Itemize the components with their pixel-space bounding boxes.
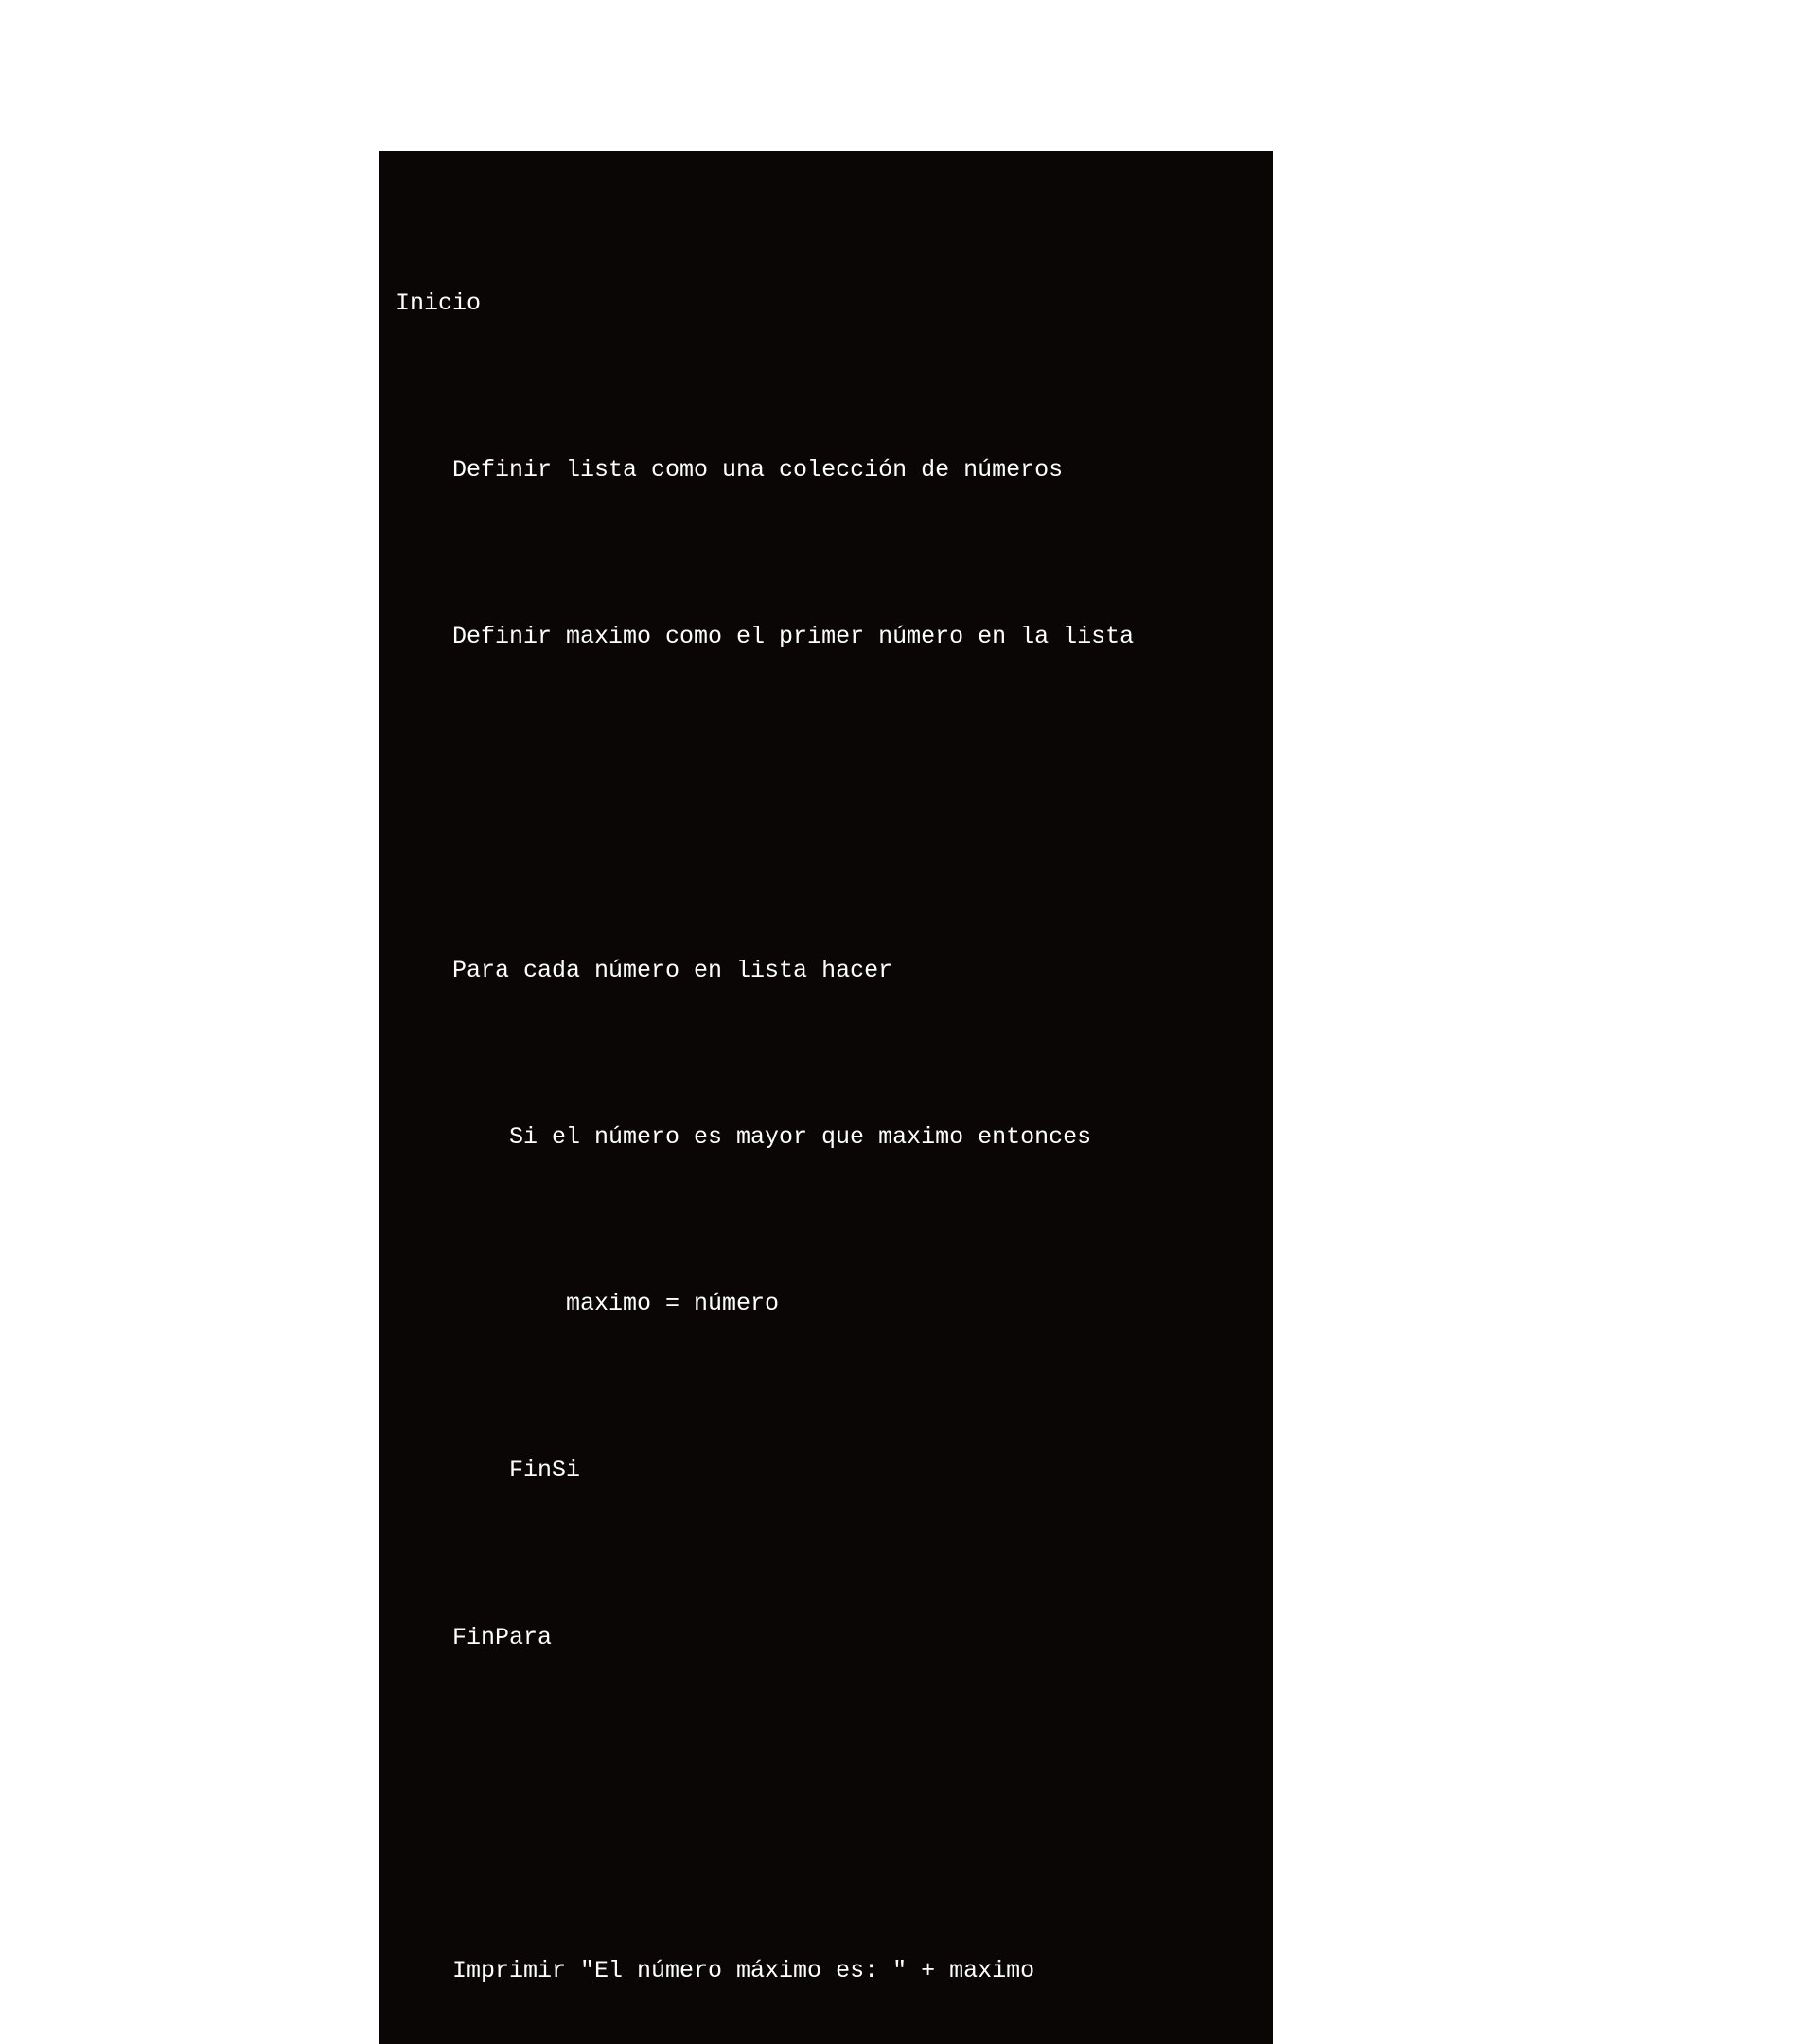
blank-line: [396, 776, 1256, 832]
code-line: Inicio: [396, 276, 1256, 332]
code-line: Para cada número en lista hacer: [396, 943, 1256, 999]
code-line: Imprimir "El número máximo es: " + maxim…: [396, 1944, 1256, 2000]
code-line: Definir lista como una colección de núme…: [396, 443, 1256, 499]
code-line: Definir maximo como el primer número en …: [396, 609, 1256, 665]
code-line: FinSi: [396, 1443, 1256, 1499]
blank-line: [396, 1777, 1256, 1833]
pseudocode-block: Inicio Definir lista como una colección …: [379, 151, 1273, 2044]
code-line: FinPara: [396, 1611, 1256, 1666]
code-line: Si el número es mayor que maximo entonce…: [396, 1110, 1256, 1166]
code-line: maximo = número: [396, 1277, 1256, 1332]
